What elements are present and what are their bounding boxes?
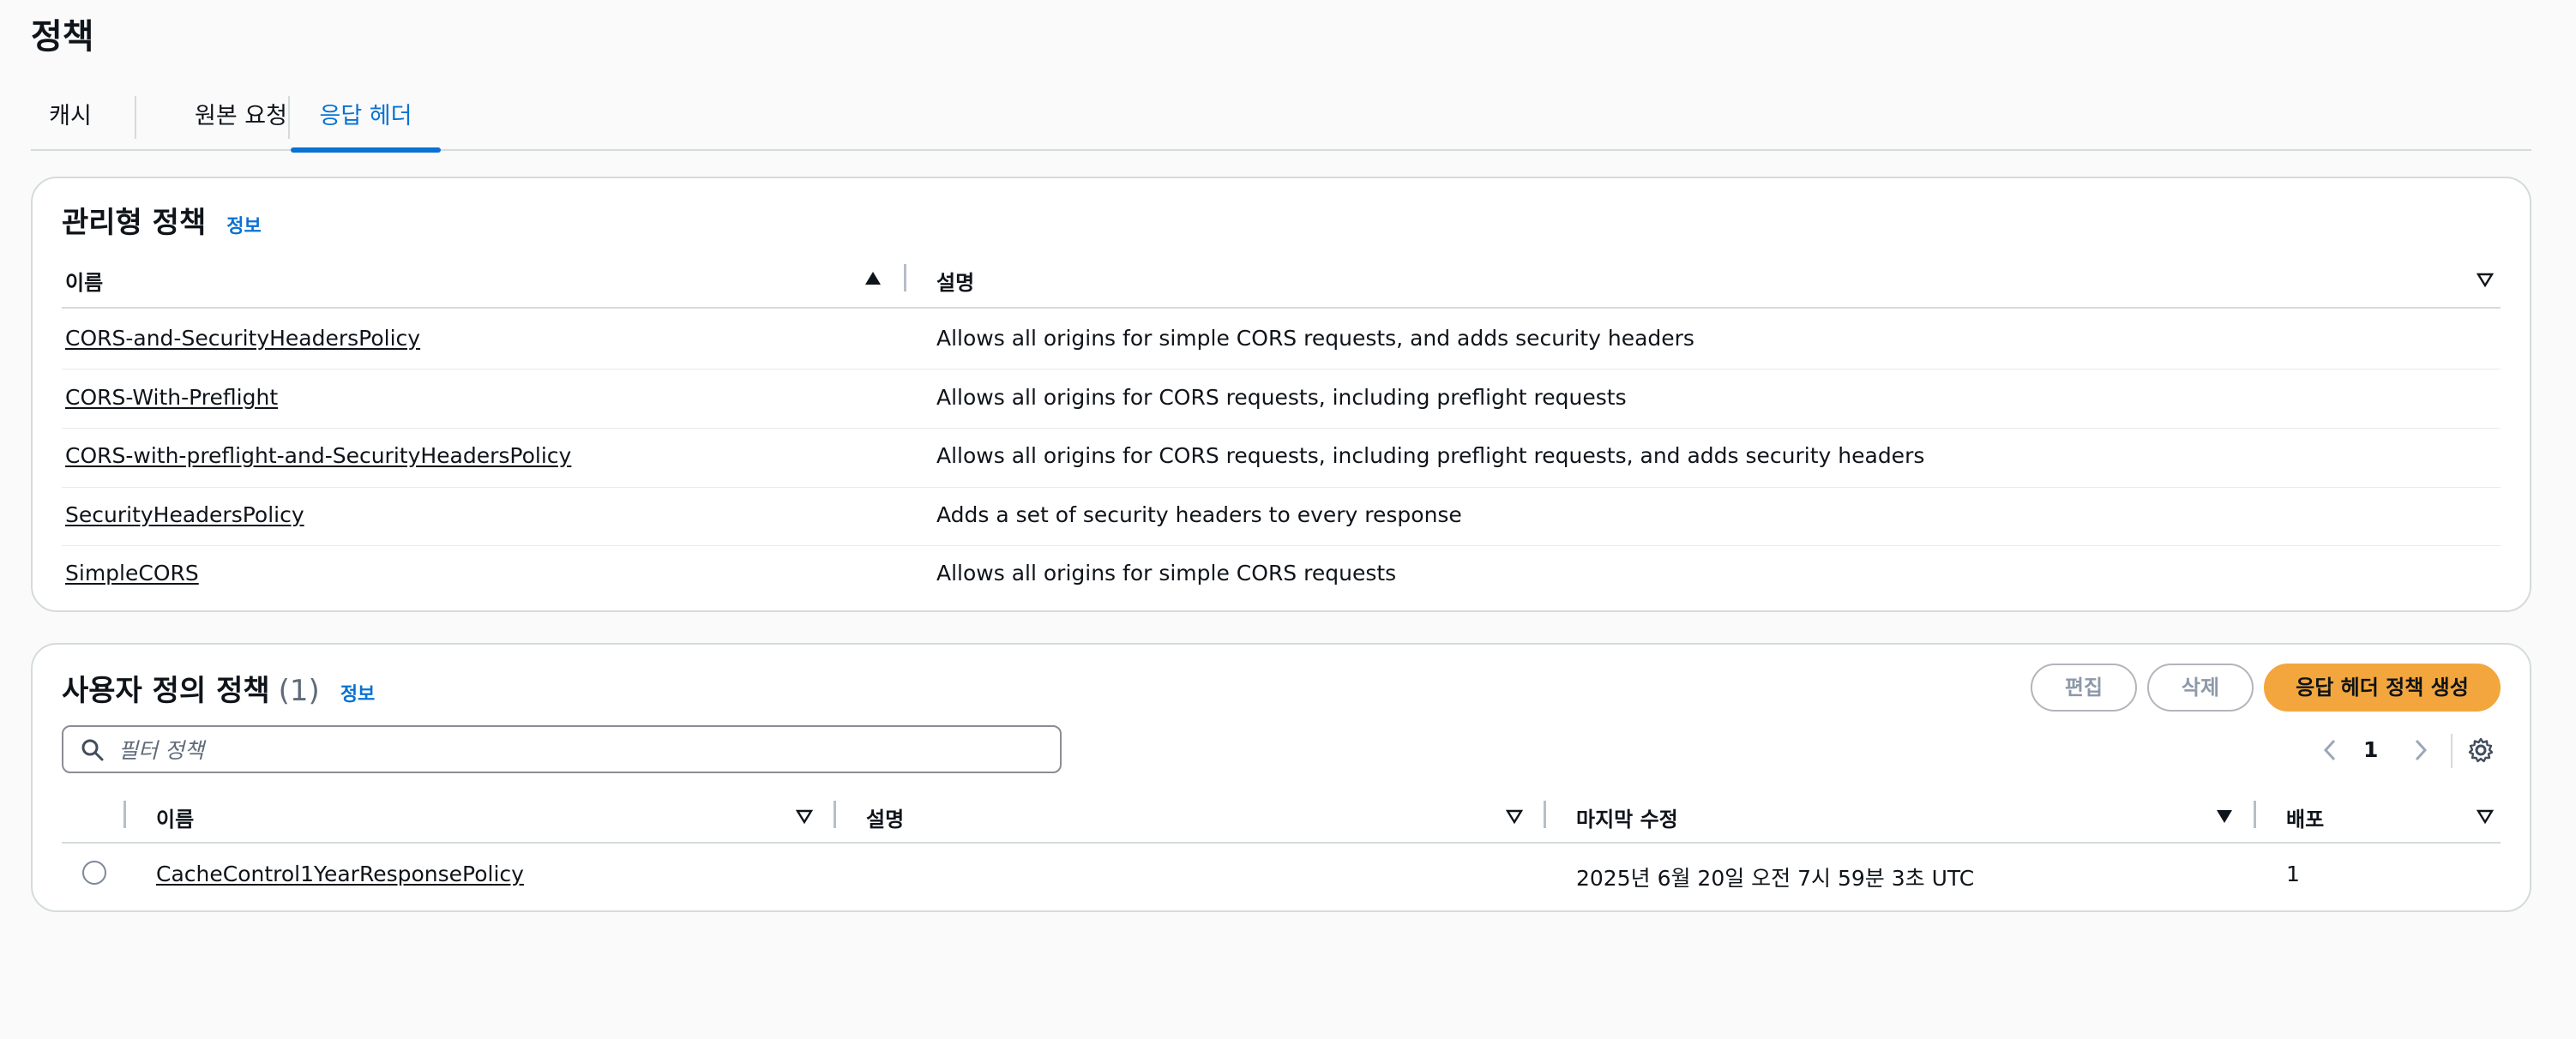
column-header-description[interactable]: 설명 — [936, 266, 974, 296]
tab-label: 응답 헤더 — [319, 103, 412, 129]
policy-description: Allows all origins for CORS requests, in… — [936, 443, 1925, 468]
custom-policies-title: 사용자 정의 정책 (1) 정보 — [62, 667, 375, 709]
column-separator[interactable] — [1544, 801, 1546, 828]
column-separator[interactable] — [2254, 801, 2256, 828]
gear-icon[interactable] — [2468, 737, 2494, 763]
policy-link[interactable]: SimpleCORS — [65, 561, 199, 586]
managed-policies-panel: 관리형 정책 정보 이름 설명 CORS-and-SecurityHeaders… — [31, 177, 2531, 612]
table-header-divider — [62, 307, 2501, 309]
tab-label: 캐시 — [49, 103, 92, 129]
row-divider — [62, 428, 2501, 429]
column-header-name[interactable]: 이름 — [65, 266, 103, 296]
policy-description: Allows all origins for CORS requests, in… — [936, 385, 1627, 410]
pagination-page[interactable]: 1 — [2363, 737, 2378, 762]
sort-icon[interactable] — [1506, 808, 1523, 825]
search-icon — [81, 739, 104, 761]
policy-link[interactable]: CacheControl1YearResponsePolicy — [156, 862, 524, 886]
column-header-last-modified[interactable]: 마지막 수정 — [1576, 802, 1678, 832]
row-divider — [62, 487, 2501, 488]
policy-link[interactable]: CORS-and-SecurityHeadersPolicy — [65, 326, 420, 351]
tab-label: 원본 요청 — [195, 103, 287, 129]
sort-descending-icon[interactable] — [2216, 808, 2233, 825]
row-divider — [62, 545, 2501, 546]
info-link[interactable]: 정보 — [226, 211, 261, 238]
deployment-value: 1 — [2286, 862, 2300, 886]
column-separator[interactable] — [834, 801, 836, 828]
column-header-deployment[interactable]: 배포 — [2286, 802, 2324, 832]
table-header-divider — [62, 842, 2501, 844]
row-select-radio[interactable] — [82, 861, 106, 885]
page-title: 정책 — [31, 17, 94, 57]
search-input[interactable] — [118, 734, 1044, 766]
policy-description: Adds a set of security headers to every … — [936, 502, 1462, 527]
custom-policies-panel: 사용자 정의 정책 (1) 정보 편집 삭제 응답 헤더 정책 생성 1 이름 … — [31, 643, 2531, 912]
policy-link[interactable]: CORS-with-preflight-and-SecurityHeadersP… — [65, 443, 571, 468]
policy-description: Allows all origins for simple CORS reque… — [936, 561, 1397, 586]
tab-bar: 캐시 원본 요청 응답 헤더 — [31, 91, 2531, 153]
edit-button[interactable]: 편집 — [2031, 664, 2137, 712]
policy-link[interactable]: SecurityHeadersPolicy — [65, 502, 304, 527]
pagination-divider — [2451, 734, 2453, 768]
tab-divider — [288, 96, 290, 139]
panel-heading: 사용자 정의 정책 — [62, 674, 270, 708]
column-header-description[interactable]: 설명 — [866, 802, 904, 832]
tab-cache[interactable]: 캐시 — [31, 91, 110, 151]
chevron-left-icon[interactable] — [2320, 737, 2339, 763]
column-header-name[interactable]: 이름 — [156, 802, 194, 832]
create-response-headers-policy-button[interactable]: 응답 헤더 정책 생성 — [2264, 664, 2501, 712]
sort-icon[interactable] — [796, 808, 813, 825]
sort-icon[interactable] — [2477, 808, 2494, 825]
info-link[interactable]: 정보 — [340, 679, 375, 706]
tab-response-headers[interactable]: 응답 헤더 — [291, 91, 441, 153]
delete-button[interactable]: 삭제 — [2147, 664, 2254, 712]
last-modified-value: 2025년 6월 20일 오전 7시 59분 3초 UTC — [1576, 866, 1975, 891]
panel-heading: 관리형 정책 — [62, 206, 207, 240]
sort-ascending-icon[interactable] — [864, 270, 882, 287]
sort-icon[interactable] — [2477, 271, 2494, 288]
tab-divider — [135, 96, 136, 139]
policy-link[interactable]: CORS-With-Preflight — [65, 385, 278, 410]
chevron-right-icon[interactable] — [2411, 737, 2430, 763]
column-separator[interactable] — [904, 264, 906, 291]
column-separator — [123, 801, 126, 828]
policy-description: Allows all origins for simple CORS reque… — [936, 326, 1694, 351]
managed-policies-title: 관리형 정책 정보 — [62, 199, 262, 241]
policy-count: (1) — [278, 674, 320, 708]
filter-search-box[interactable] — [62, 725, 1062, 773]
